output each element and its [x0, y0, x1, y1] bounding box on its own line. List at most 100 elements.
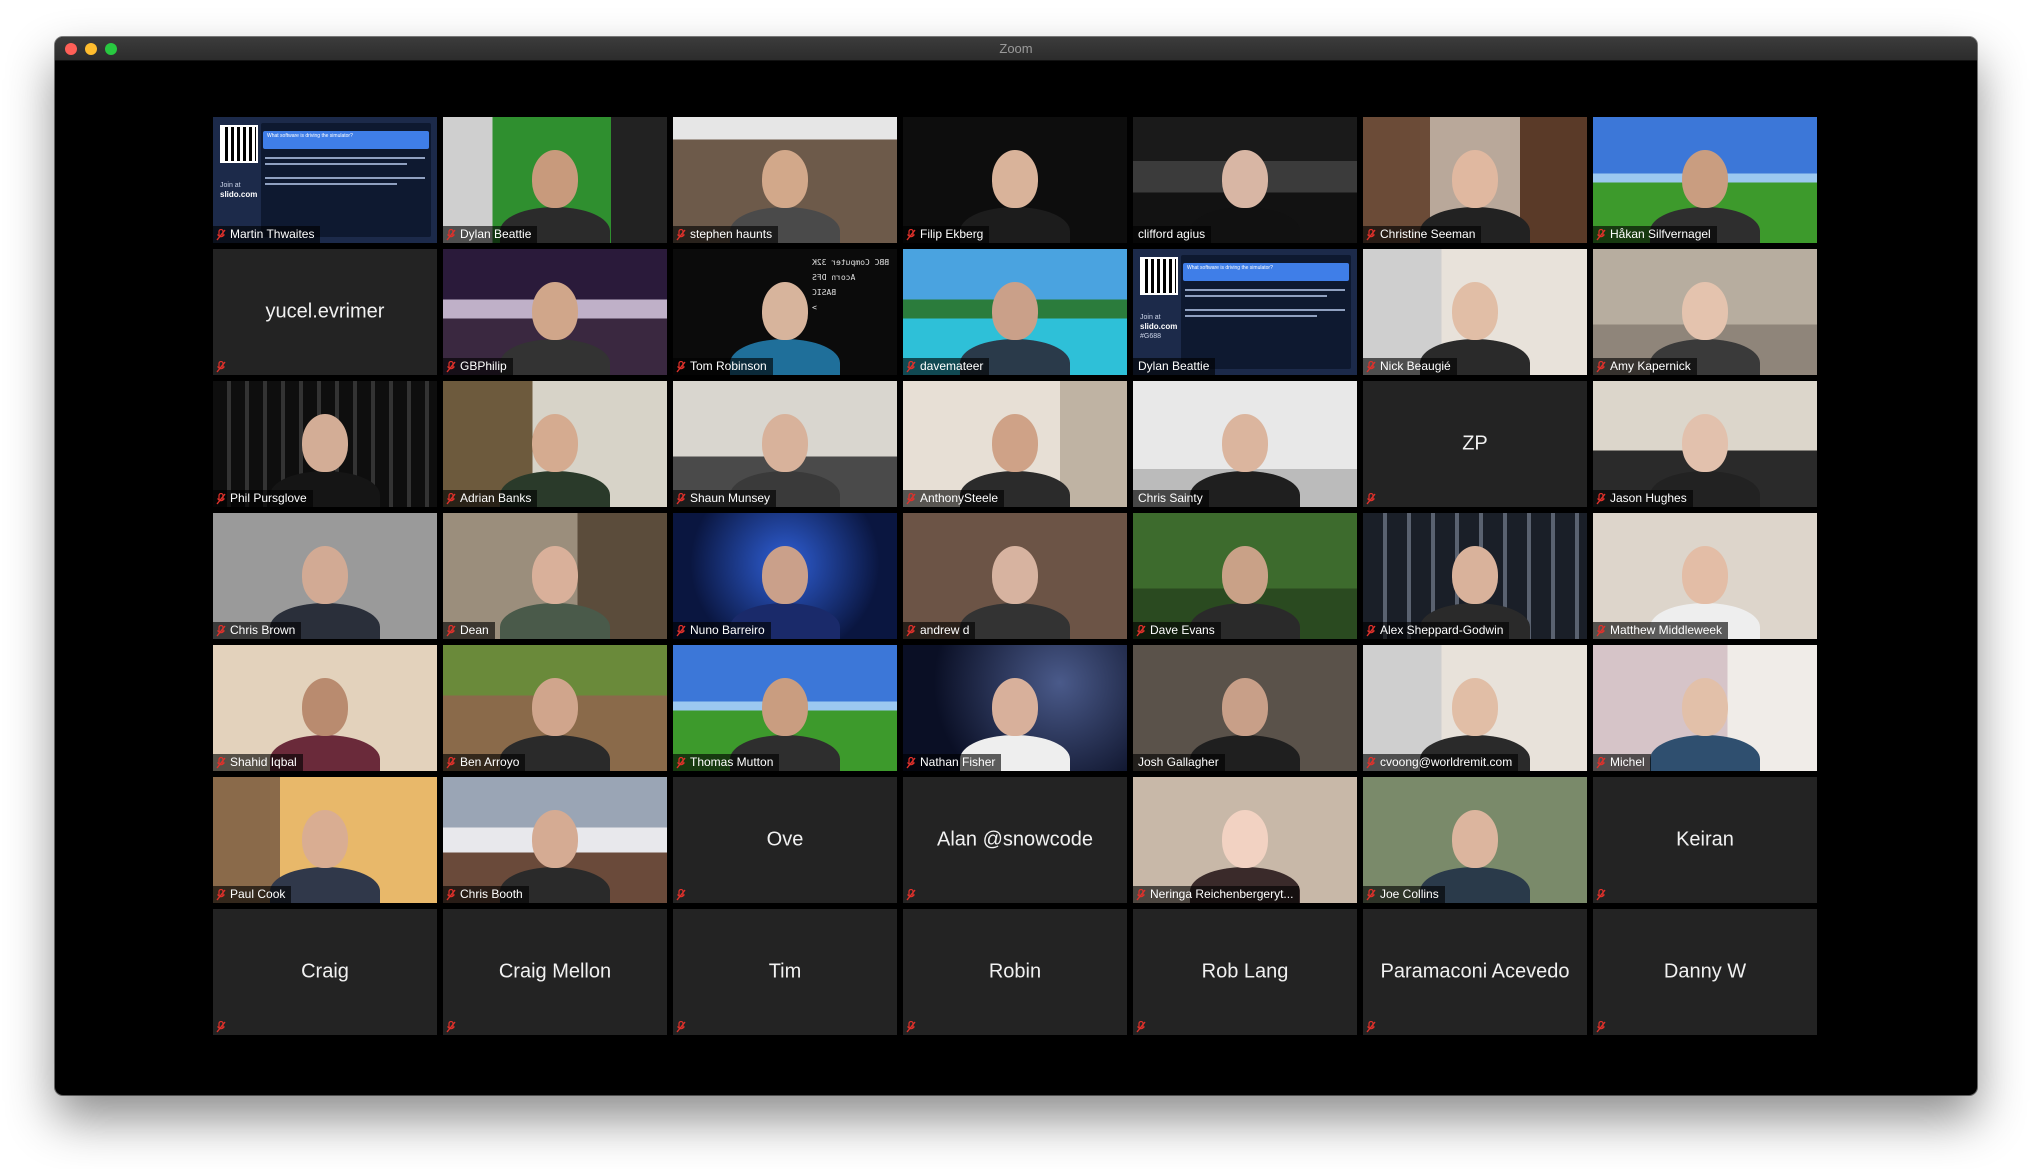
- shared-slido-view: What software is driving the simulator? J…: [1133, 249, 1357, 375]
- participant-tile[interactable]: Matthew Middleweek: [1593, 513, 1817, 639]
- participant-tile[interactable]: Dylan Beattie: [443, 117, 667, 243]
- video-feed: [903, 513, 1127, 639]
- participant-name: andrew d: [920, 623, 970, 637]
- participant-tile[interactable]: Nathan Fisher: [903, 645, 1127, 771]
- muted-mic-icon: [1596, 756, 1606, 769]
- muted-mic-icon: [216, 756, 226, 769]
- participant-head: [1222, 545, 1268, 604]
- participant-tile[interactable]: Tim: [673, 909, 897, 1035]
- slido-join-info: Join at slido.com #G688: [1140, 314, 1178, 340]
- participant-torso: [500, 339, 610, 375]
- participant-tile[interactable]: Dean: [443, 513, 667, 639]
- participant-display-name: Danny W: [1663, 960, 1747, 983]
- muted-mic-icon: [216, 888, 226, 901]
- participant-tile[interactable]: cvoong@worldremit.com: [1363, 645, 1587, 771]
- muted-mic-icon: [1596, 492, 1606, 505]
- participant-tile[interactable]: Paul Cook: [213, 777, 437, 903]
- participant-tile[interactable]: Thomas Mutton: [673, 645, 897, 771]
- participant-tile[interactable]: clifford agius: [1133, 117, 1357, 243]
- participant-head: [1452, 281, 1498, 340]
- participant-tile[interactable]: Craig Mellon: [443, 909, 667, 1035]
- participant-tile[interactable]: What software is driving the simulator? J…: [213, 117, 437, 243]
- participant-name: Martin Thwaites: [230, 227, 315, 241]
- participant-tile[interactable]: Nuno Barreiro: [673, 513, 897, 639]
- participant-tile[interactable]: ZP: [1363, 381, 1587, 507]
- participant-nameplate: Phil Pursglove: [213, 490, 313, 507]
- participant-name: cvoong@worldremit.com: [1380, 755, 1513, 769]
- participant-tile[interactable]: Håkan Silfvernagel: [1593, 117, 1817, 243]
- participant-tile[interactable]: Dave Evans: [1133, 513, 1357, 639]
- participant-tile[interactable]: Chris Booth: [443, 777, 667, 903]
- participant-tile[interactable]: Ove: [673, 777, 897, 903]
- video-feed: [673, 381, 897, 507]
- participant-name: Thomas Mutton: [690, 755, 774, 769]
- participant-nameplate: Josh Gallagher: [1133, 754, 1225, 771]
- participant-tile[interactable]: Jason Hughes: [1593, 381, 1817, 507]
- participant-tile[interactable]: Adrian Banks: [443, 381, 667, 507]
- video-feed: [1133, 117, 1357, 243]
- participant-nameplate: Christine Seeman: [1363, 226, 1482, 243]
- participant-head: [532, 545, 578, 604]
- participant-tile[interactable]: Christine Seeman: [1363, 117, 1587, 243]
- participant-tile[interactable]: BBC Computer 32K Acorn DFS BASIC > Tom Robin…: [673, 249, 897, 375]
- participant-tile[interactable]: davemateer: [903, 249, 1127, 375]
- participant-tile[interactable]: Danny W: [1593, 909, 1817, 1035]
- participant-tile[interactable]: What software is driving the simulator? J…: [1133, 249, 1357, 375]
- participant-nameplate: Chris Brown: [213, 622, 302, 639]
- participant-name: Chris Sainty: [1138, 491, 1203, 505]
- participant-tile[interactable]: Nick Beaugié: [1363, 249, 1587, 375]
- participant-tile[interactable]: Phil Pursglove: [213, 381, 437, 507]
- participant-name: Jason Hughes: [1610, 491, 1687, 505]
- muted-mic-icon: [676, 492, 686, 505]
- muted-mic-icon: [1596, 228, 1606, 241]
- participant-name: Amy Kapernick: [1610, 359, 1691, 373]
- participant-nameplate: Ben Arroyo: [443, 754, 526, 771]
- participant-tile[interactable]: Alan @snowcode: [903, 777, 1127, 903]
- participant-tile[interactable]: Chris Sainty: [1133, 381, 1357, 507]
- muted-mic-icon: [446, 756, 456, 769]
- participant-head: [302, 809, 348, 868]
- participant-tile[interactable]: yucel.evrimer: [213, 249, 437, 375]
- participant-tile[interactable]: Shahid Iqbal: [213, 645, 437, 771]
- muted-mic-icon: [1366, 756, 1376, 769]
- participant-tile[interactable]: Chris Brown: [213, 513, 437, 639]
- participant-tile[interactable]: Michel: [1593, 645, 1817, 771]
- participant-nameplate: Chris Booth: [443, 886, 529, 903]
- participant-name: davemateer: [920, 359, 984, 373]
- participant-tile[interactable]: Alex Sheppard-Godwin: [1363, 513, 1587, 639]
- participant-tile[interactable]: Craig: [213, 909, 437, 1035]
- video-feed: [903, 249, 1127, 375]
- participant-tile[interactable]: GBPhilip: [443, 249, 667, 375]
- video-feed: [1363, 249, 1587, 375]
- participant-tile[interactable]: Amy Kapernick: [1593, 249, 1817, 375]
- participant-tile[interactable]: andrew d: [903, 513, 1127, 639]
- participant-tile[interactable]: AnthonySteele: [903, 381, 1127, 507]
- participant-name: Dylan Beattie: [460, 227, 532, 241]
- participant-tile[interactable]: Robin: [903, 909, 1127, 1035]
- participant-tile[interactable]: Paramaconi Acevedo: [1363, 909, 1587, 1035]
- participant-tile[interactable]: Josh Gallagher: [1133, 645, 1357, 771]
- participant-display-name: Keiran: [1676, 828, 1734, 851]
- participant-display-name: Rob Lang: [1201, 960, 1289, 983]
- muted-mic-icon: [676, 624, 686, 637]
- participant-tile[interactable]: Filip Ekberg: [903, 117, 1127, 243]
- participant-tile[interactable]: Keiran: [1593, 777, 1817, 903]
- participant-tile[interactable]: Neringa Reichenbergeryt...: [1133, 777, 1357, 903]
- participant-nameplate: Jason Hughes: [1593, 490, 1693, 507]
- participant-head: [762, 281, 808, 340]
- participant-name: Nuno Barreiro: [690, 623, 765, 637]
- participant-tile[interactable]: Shaun Munsey: [673, 381, 897, 507]
- participant-head: [302, 545, 348, 604]
- video-feed: [1593, 117, 1817, 243]
- muted-mic-icon: [216, 624, 226, 637]
- muted-mic-icon: [906, 1020, 916, 1033]
- participant-tile[interactable]: Joe Collins: [1363, 777, 1587, 903]
- participant-tile[interactable]: Ben Arroyo: [443, 645, 667, 771]
- participant-name: Josh Gallagher: [1138, 755, 1219, 769]
- participant-head: [992, 413, 1038, 472]
- participant-name: Chris Brown: [230, 623, 296, 637]
- video-feed: [673, 645, 897, 771]
- participant-tile[interactable]: stephen haunts: [673, 117, 897, 243]
- participant-tile[interactable]: Rob Lang: [1133, 909, 1357, 1035]
- video-feed: [213, 645, 437, 771]
